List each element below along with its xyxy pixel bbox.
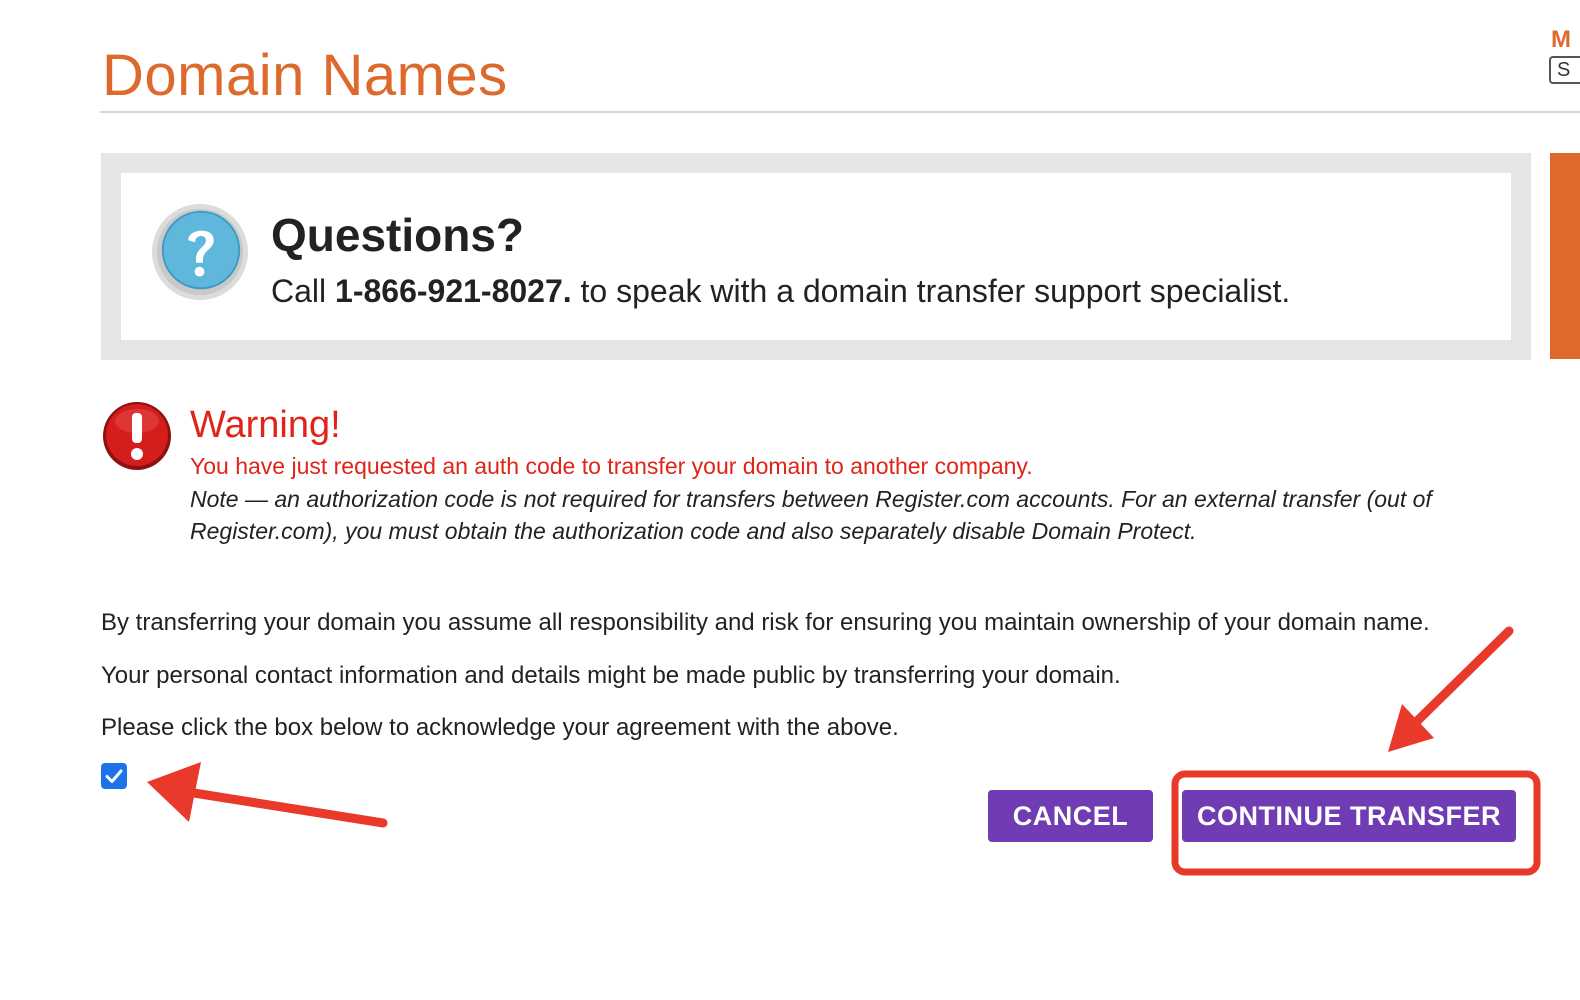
terms-privacy: Your personal contact information and de… (101, 662, 1121, 689)
title-divider (100, 111, 1580, 113)
call-suffix: to speak with a domain transfer support … (571, 273, 1291, 309)
agreement-checkbox[interactable] (101, 763, 127, 789)
call-prefix: Call (271, 273, 336, 309)
questions-title: Questions? (271, 209, 525, 261)
arrow-to-checkbox-icon (147, 762, 388, 828)
questions-panel: Questions? Call 1-866-921-8027. to speak… (101, 153, 1531, 360)
checkmark-icon (105, 769, 123, 783)
arrow-to-continue-icon (1388, 626, 1514, 752)
cancel-button[interactable]: CANCEL (988, 790, 1153, 842)
questions-phone-line: Call 1-866-921-8027. to speak with a dom… (271, 271, 1290, 311)
support-phone: 1-866-921-8027. (335, 273, 572, 309)
warning-note: Note — an authorization code is not requ… (190, 486, 1432, 544)
questions-panel-inner: Questions? Call 1-866-921-8027. to speak… (121, 173, 1511, 340)
warning-title: Warning! (190, 404, 341, 446)
terms-responsibility: By transferring your domain you assume a… (101, 609, 1430, 636)
corner-select[interactable]: S (1549, 56, 1580, 84)
corner-label[interactable]: M (1551, 26, 1571, 54)
page-title: Domain Names (102, 43, 508, 108)
exclamation-icon (103, 402, 171, 470)
warning-message: You have just requested an auth code to … (190, 453, 1033, 479)
continue-transfer-button[interactable]: CONTINUE TRANSFER (1182, 790, 1516, 842)
question-icon (151, 203, 249, 301)
terms-acknowledge: Please click the box below to acknowledg… (101, 714, 899, 741)
sidebar-accent (1550, 153, 1580, 359)
